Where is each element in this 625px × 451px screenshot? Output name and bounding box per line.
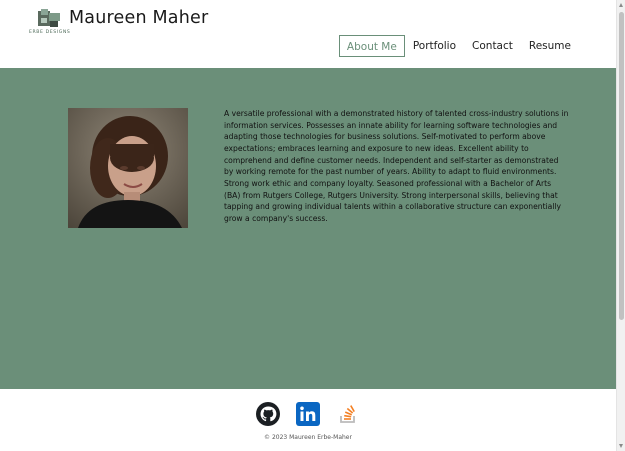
nav-item-resume[interactable]: Resume: [521, 35, 579, 57]
github-icon[interactable]: [256, 402, 280, 426]
site-footer: © 2023 Maureen Erbe-Maher: [0, 389, 616, 451]
nav-item-portfolio[interactable]: Portfolio: [405, 35, 464, 57]
main-nav: About Me Portfolio Contact Resume: [338, 35, 579, 57]
page-scrollbar[interactable]: [616, 0, 625, 451]
bio-text: A versatile professional with a demonstr…: [224, 109, 569, 223]
profile-photo-icon: [68, 108, 188, 228]
nav-item-contact[interactable]: Contact: [464, 35, 521, 57]
scroll-up-icon[interactable]: [619, 3, 623, 7]
site-title[interactable]: Maureen Maher: [69, 8, 208, 28]
linkedin-icon[interactable]: [296, 402, 320, 426]
logo-caption: ERBE DESIGNS: [29, 30, 71, 35]
site-header: ERBE DESIGNS Maureen Maher About Me Port…: [0, 0, 616, 68]
stackoverflow-icon[interactable]: [336, 402, 360, 426]
copyright-text: © 2023 Maureen Erbe-Maher: [264, 434, 352, 441]
about-section: A versatile professional with a demonstr…: [0, 68, 616, 389]
profile-photo: [68, 108, 188, 228]
scroll-down-icon[interactable]: [619, 444, 623, 448]
nav-item-about-me[interactable]: About Me: [338, 35, 405, 57]
scrollbar-thumb[interactable]: [619, 12, 624, 320]
erbe-designs-logo-icon[interactable]: ERBE DESIGNS: [29, 9, 71, 36]
